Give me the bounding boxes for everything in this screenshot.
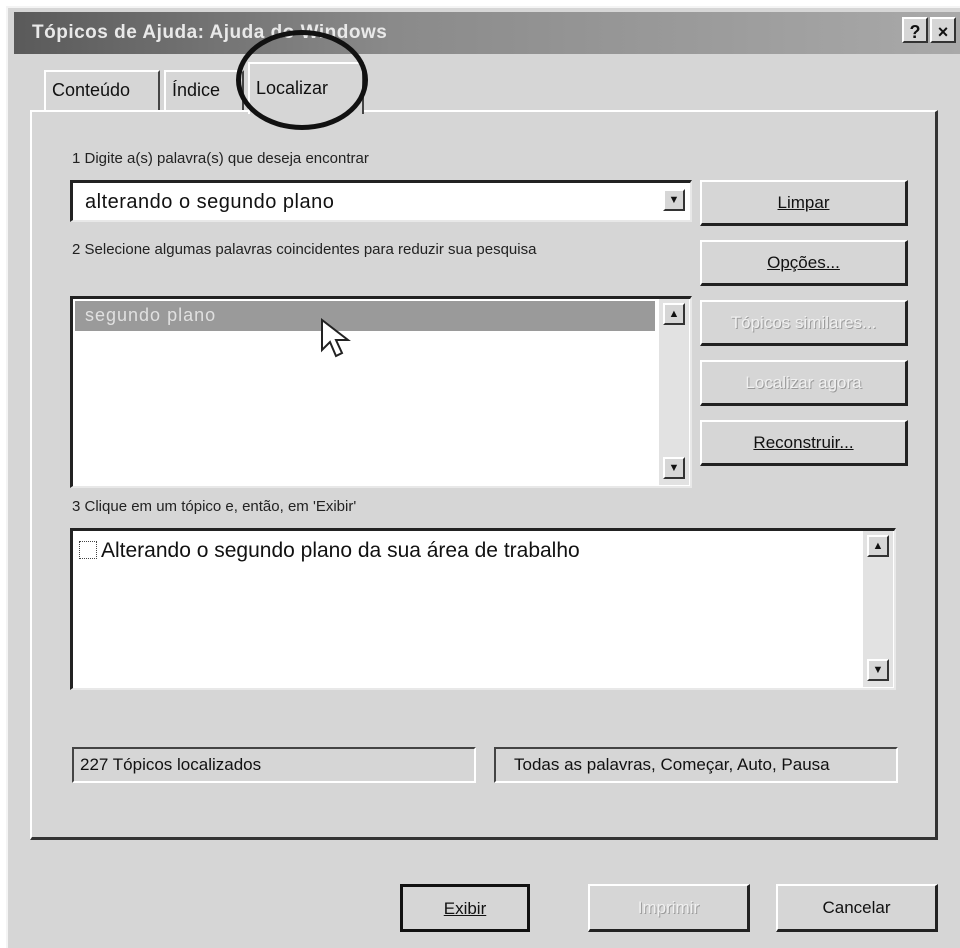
similar-topics-label: Tópicos similares... [730, 313, 877, 332]
search-words-value: alterando o segundo plano [85, 191, 335, 213]
list-scrollbar[interactable]: ▲ ▼ [659, 299, 689, 485]
clear-button-label: Limpar [777, 193, 830, 212]
close-button[interactable]: × [930, 17, 956, 43]
options-button[interactable]: Opções... [700, 240, 908, 286]
rebuild-button[interactable]: Reconstruir... [700, 420, 908, 466]
tab-localizar[interactable]: Localizar [248, 62, 364, 114]
display-button-label: Exibir [443, 899, 487, 918]
print-button[interactable]: Imprimir [588, 884, 750, 932]
tab-conteudo[interactable]: Conteúdo [44, 70, 160, 112]
matching-words-list[interactable]: segundo plano ▲ ▼ [70, 296, 692, 488]
search-mode-status: Todas as palavras, Começar, Auto, Pausa [494, 747, 898, 783]
step1-label: 1 Digite a(s) palavra(s) que deseja enco… [72, 150, 369, 167]
scroll-down-icon[interactable]: ▼ [663, 457, 685, 479]
combo-dropdown-button[interactable]: ▼ [663, 189, 685, 211]
display-button[interactable]: Exibir [400, 884, 530, 932]
title-bar: Tópicos de Ajuda: Ajuda do Windows ? × [14, 12, 960, 54]
options-button-label: Opções... [767, 253, 840, 272]
tab-indice[interactable]: Índice [164, 70, 244, 112]
cancel-button[interactable]: Cancelar [776, 884, 938, 932]
help-button[interactable]: ? [902, 17, 928, 43]
search-words-combo[interactable]: alterando o segundo plano ▼ [70, 180, 692, 222]
window-title: Tópicos de Ajuda: Ajuda do Windows [32, 22, 388, 43]
similar-topics-button[interactable]: Tópicos similares... [700, 300, 908, 346]
scroll-up-icon[interactable]: ▲ [867, 535, 889, 557]
topics-scrollbar[interactable]: ▲ ▼ [863, 531, 893, 687]
scroll-down-icon[interactable]: ▼ [867, 659, 889, 681]
step3-label: 3 Clique em um tópico e, então, em 'Exib… [72, 498, 357, 515]
mouse-cursor-icon [321, 318, 351, 358]
document-icon [79, 541, 97, 559]
rebuild-button-label: Reconstruir... [753, 433, 854, 452]
clear-button[interactable]: Limpar [700, 180, 908, 226]
list-item-selected[interactable]: segundo plano [75, 301, 655, 331]
scroll-up-icon[interactable]: ▲ [663, 303, 685, 325]
step2-label: 2 Selecione algumas palavras coincidente… [72, 241, 537, 258]
print-button-label: Imprimir [637, 898, 700, 917]
topics-found-status: 227 Tópicos localizados [72, 747, 476, 783]
topic-item[interactable]: Alterando o segundo plano da sua área de… [79, 539, 580, 563]
find-now-button[interactable]: Localizar agora [700, 360, 908, 406]
topic-item-label: Alterando o segundo plano da sua área de… [101, 539, 580, 562]
list-item-label: segundo plano [85, 305, 217, 325]
topics-list[interactable]: Alterando o segundo plano da sua área de… [70, 528, 896, 690]
find-now-label: Localizar agora [745, 373, 862, 392]
